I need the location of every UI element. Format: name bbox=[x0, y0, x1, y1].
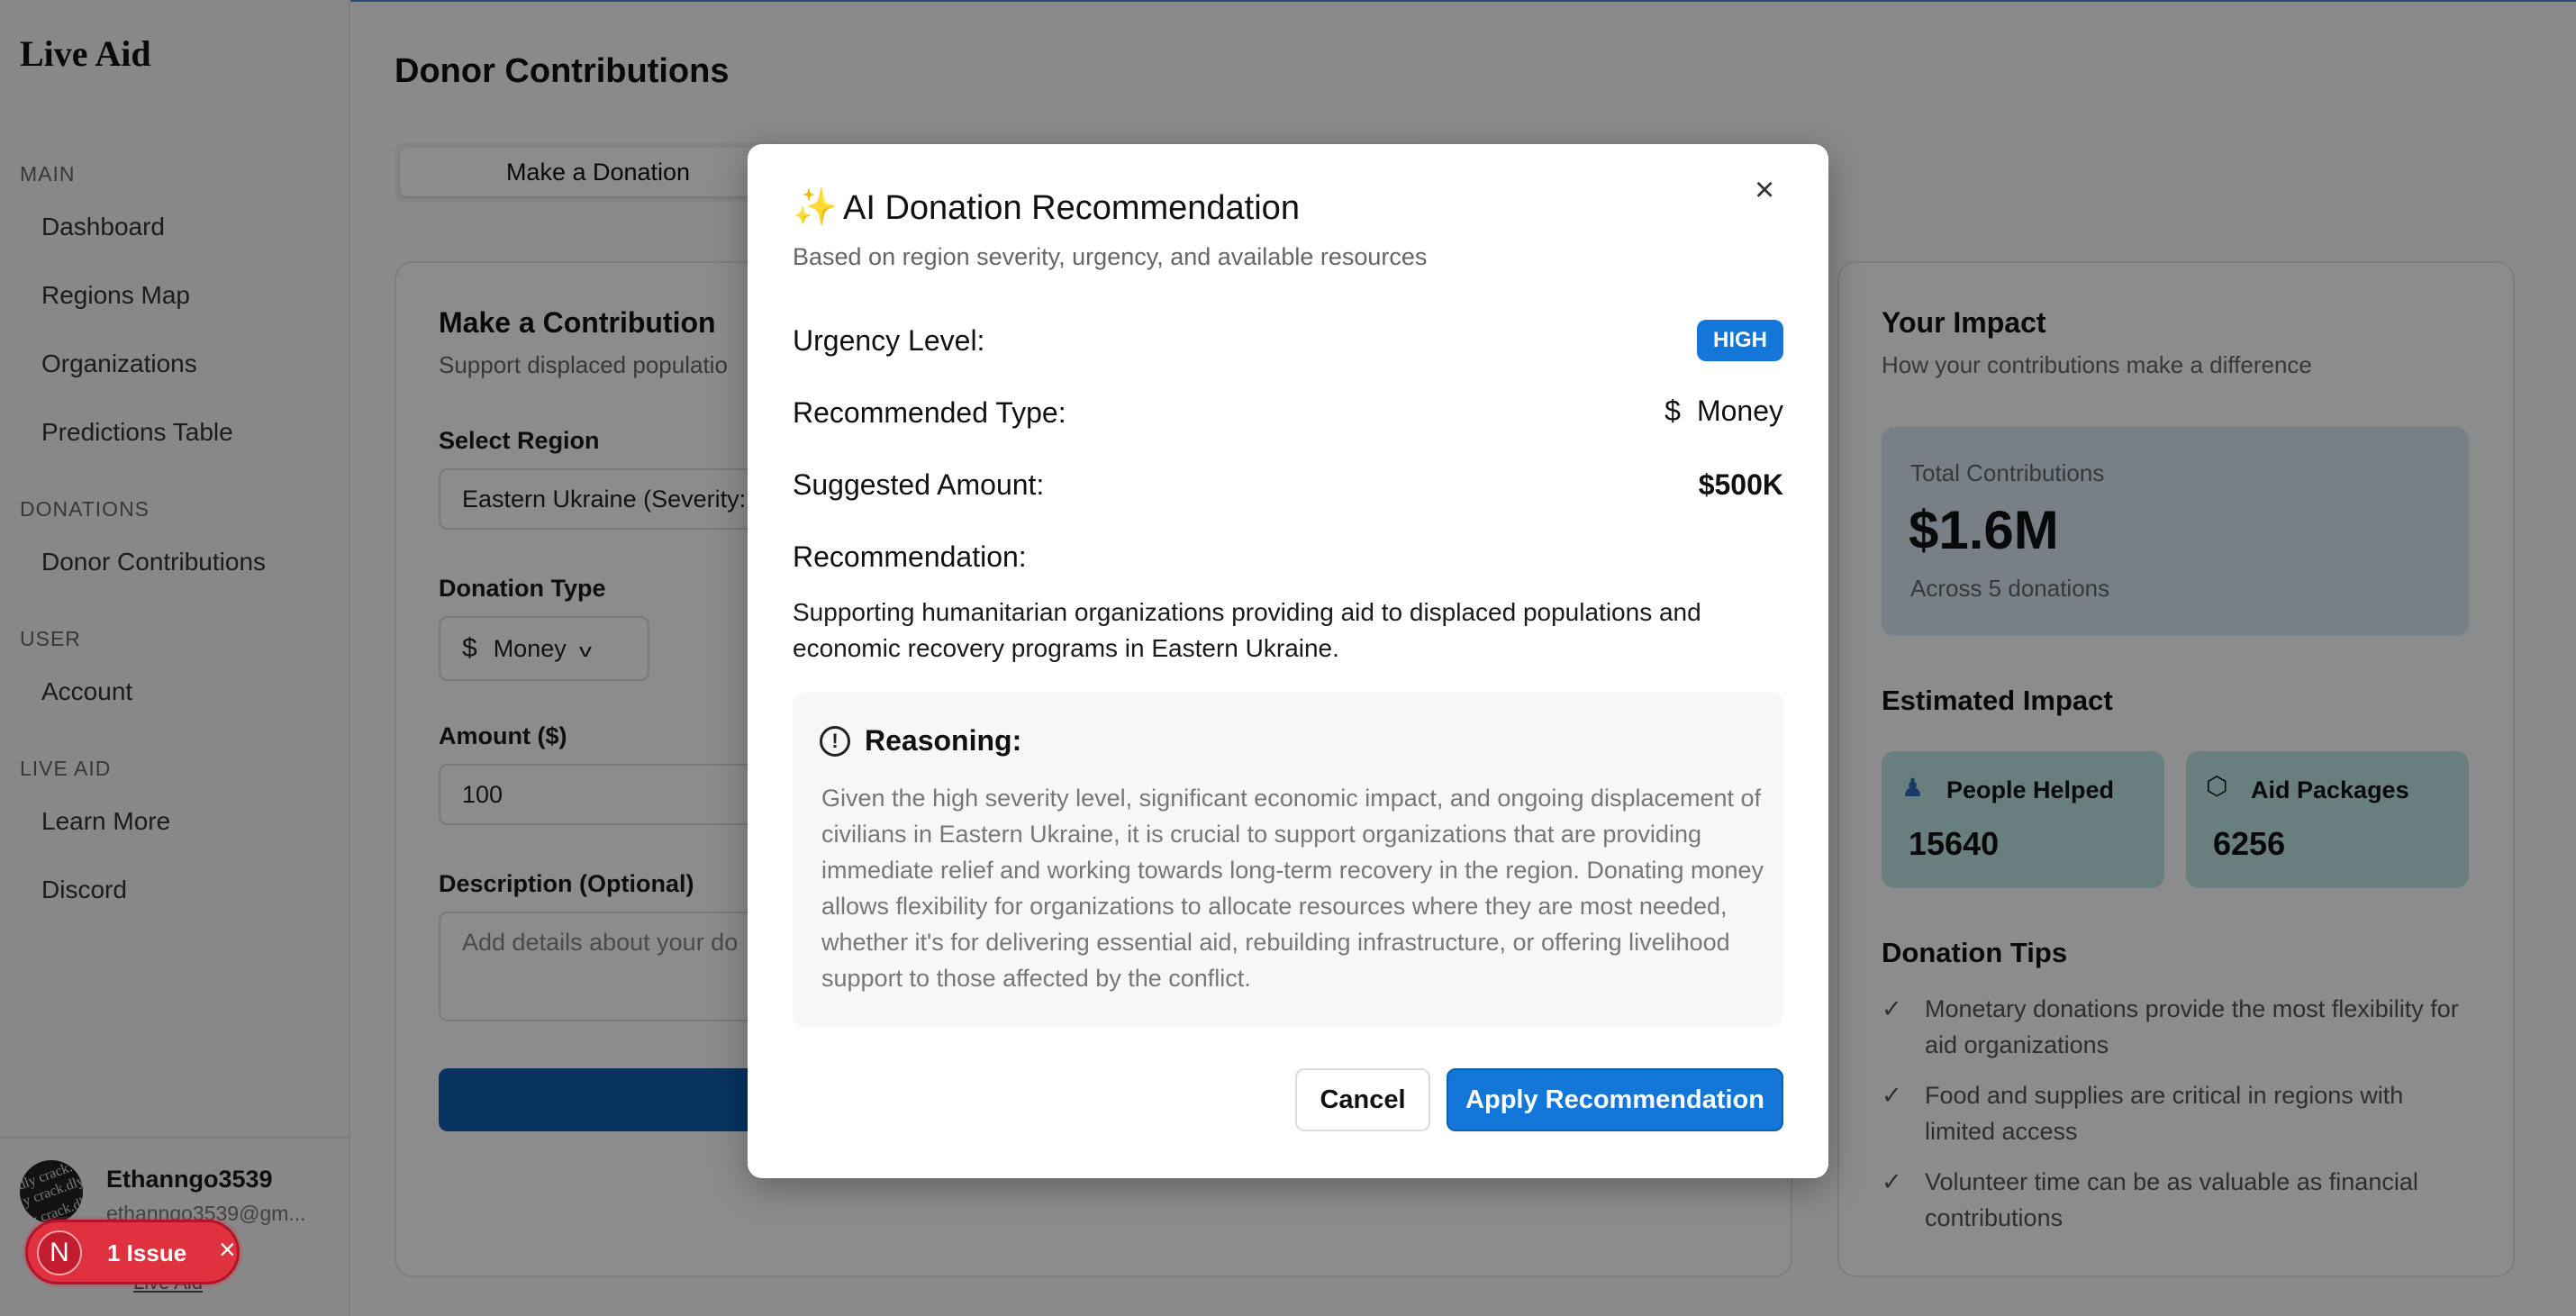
suggested-amount-value: $500K bbox=[1698, 468, 1783, 501]
close-icon[interactable]: × bbox=[219, 1233, 236, 1266]
scrollbar[interactable] bbox=[2562, 27, 2574, 1171]
suggested-amount-label: Suggested Amount: bbox=[793, 468, 1045, 501]
sparkles-icon: ✨ bbox=[793, 187, 838, 227]
issue-logo: N bbox=[37, 1230, 82, 1275]
issue-label: 1 Issue bbox=[107, 1239, 187, 1266]
recommendation-label: Recommendation: bbox=[793, 540, 1027, 573]
cancel-button[interactable]: Cancel bbox=[1295, 1068, 1430, 1131]
recommendation-text: Supporting humanitarian organizations pr… bbox=[793, 598, 1701, 662]
apply-recommendation-button[interactable]: Apply Recommendation bbox=[1447, 1068, 1783, 1131]
urgency-label: Urgency Level: bbox=[793, 324, 985, 357]
recommended-type: $ Money bbox=[1664, 395, 1783, 428]
recommended-type-value: Money bbox=[1696, 395, 1783, 427]
ai-recommendation-dialog: ✨ AI Donation Recommendation Based on re… bbox=[748, 144, 1828, 1178]
dialog-subtitle: Based on region severity, urgency, and a… bbox=[793, 243, 1428, 270]
alert-circle-icon: ! bbox=[820, 726, 850, 757]
dialog-title: AI Donation Recommendation bbox=[843, 189, 1300, 227]
reasoning-label: Reasoning: bbox=[865, 724, 1022, 757]
reasoning-text: Given the high severity level, significa… bbox=[821, 785, 1764, 992]
recommended-type-label: Recommended Type: bbox=[793, 396, 1066, 429]
urgency-badge: HIGH bbox=[1697, 320, 1783, 361]
close-icon[interactable]: × bbox=[1755, 171, 1774, 210]
issue-badge[interactable]: N 1 Issue × bbox=[25, 1220, 240, 1284]
dollar-icon: $ bbox=[1664, 395, 1681, 427]
reasoning-box: ! Reasoning: Given the high severity lev… bbox=[793, 692, 1783, 1027]
